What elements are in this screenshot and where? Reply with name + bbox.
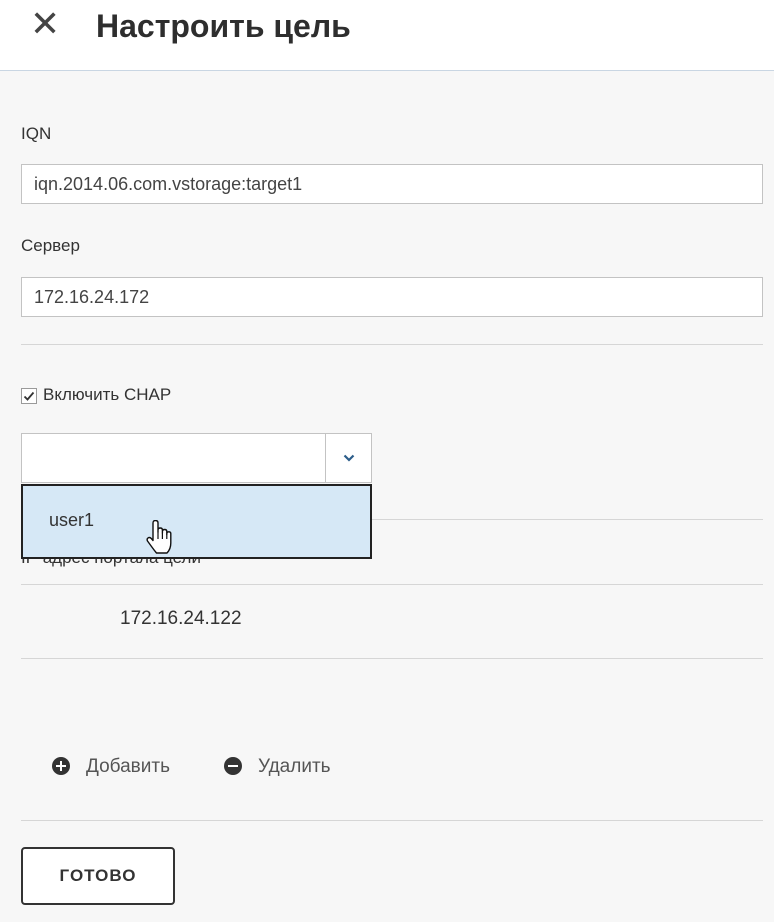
checkmark-icon [23, 391, 35, 401]
plus-circle-icon [52, 757, 70, 775]
chevron-down-icon[interactable] [325, 434, 371, 482]
chap-user-dropdown[interactable]: user1 [21, 484, 372, 559]
close-icon[interactable]: ✕ [30, 6, 60, 42]
server-label: Сервер [21, 236, 80, 255]
iqn-field[interactable]: iqn.2014.06.com.vstorage:target1 [21, 164, 763, 204]
add-button-label: Добавить [86, 756, 170, 777]
portal-row-divider [21, 658, 763, 659]
portal-ip-row[interactable]: 172.16.24.122 [120, 608, 242, 630]
dropdown-option-user1[interactable]: user1 [49, 510, 94, 531]
portal-header-divider [21, 584, 763, 585]
minus-circle-icon [224, 757, 242, 775]
done-button[interactable]: ГОТОВО [21, 847, 175, 905]
dialog-title: Настроить цель [96, 8, 351, 44]
hand-cursor-icon [146, 520, 172, 554]
dialog-header: ✕ Настроить цель [0, 0, 774, 71]
chap-checkbox-label: Включить CHAP [43, 385, 172, 404]
remove-button-label: Удалить [258, 756, 331, 777]
chap-checkbox[interactable] [21, 388, 37, 404]
server-field[interactable]: 172.16.24.172 [21, 277, 763, 317]
chap-user-select[interactable] [21, 433, 372, 483]
iqn-label: IQN [21, 124, 52, 143]
footer-divider [21, 820, 763, 821]
section-divider [21, 344, 763, 345]
